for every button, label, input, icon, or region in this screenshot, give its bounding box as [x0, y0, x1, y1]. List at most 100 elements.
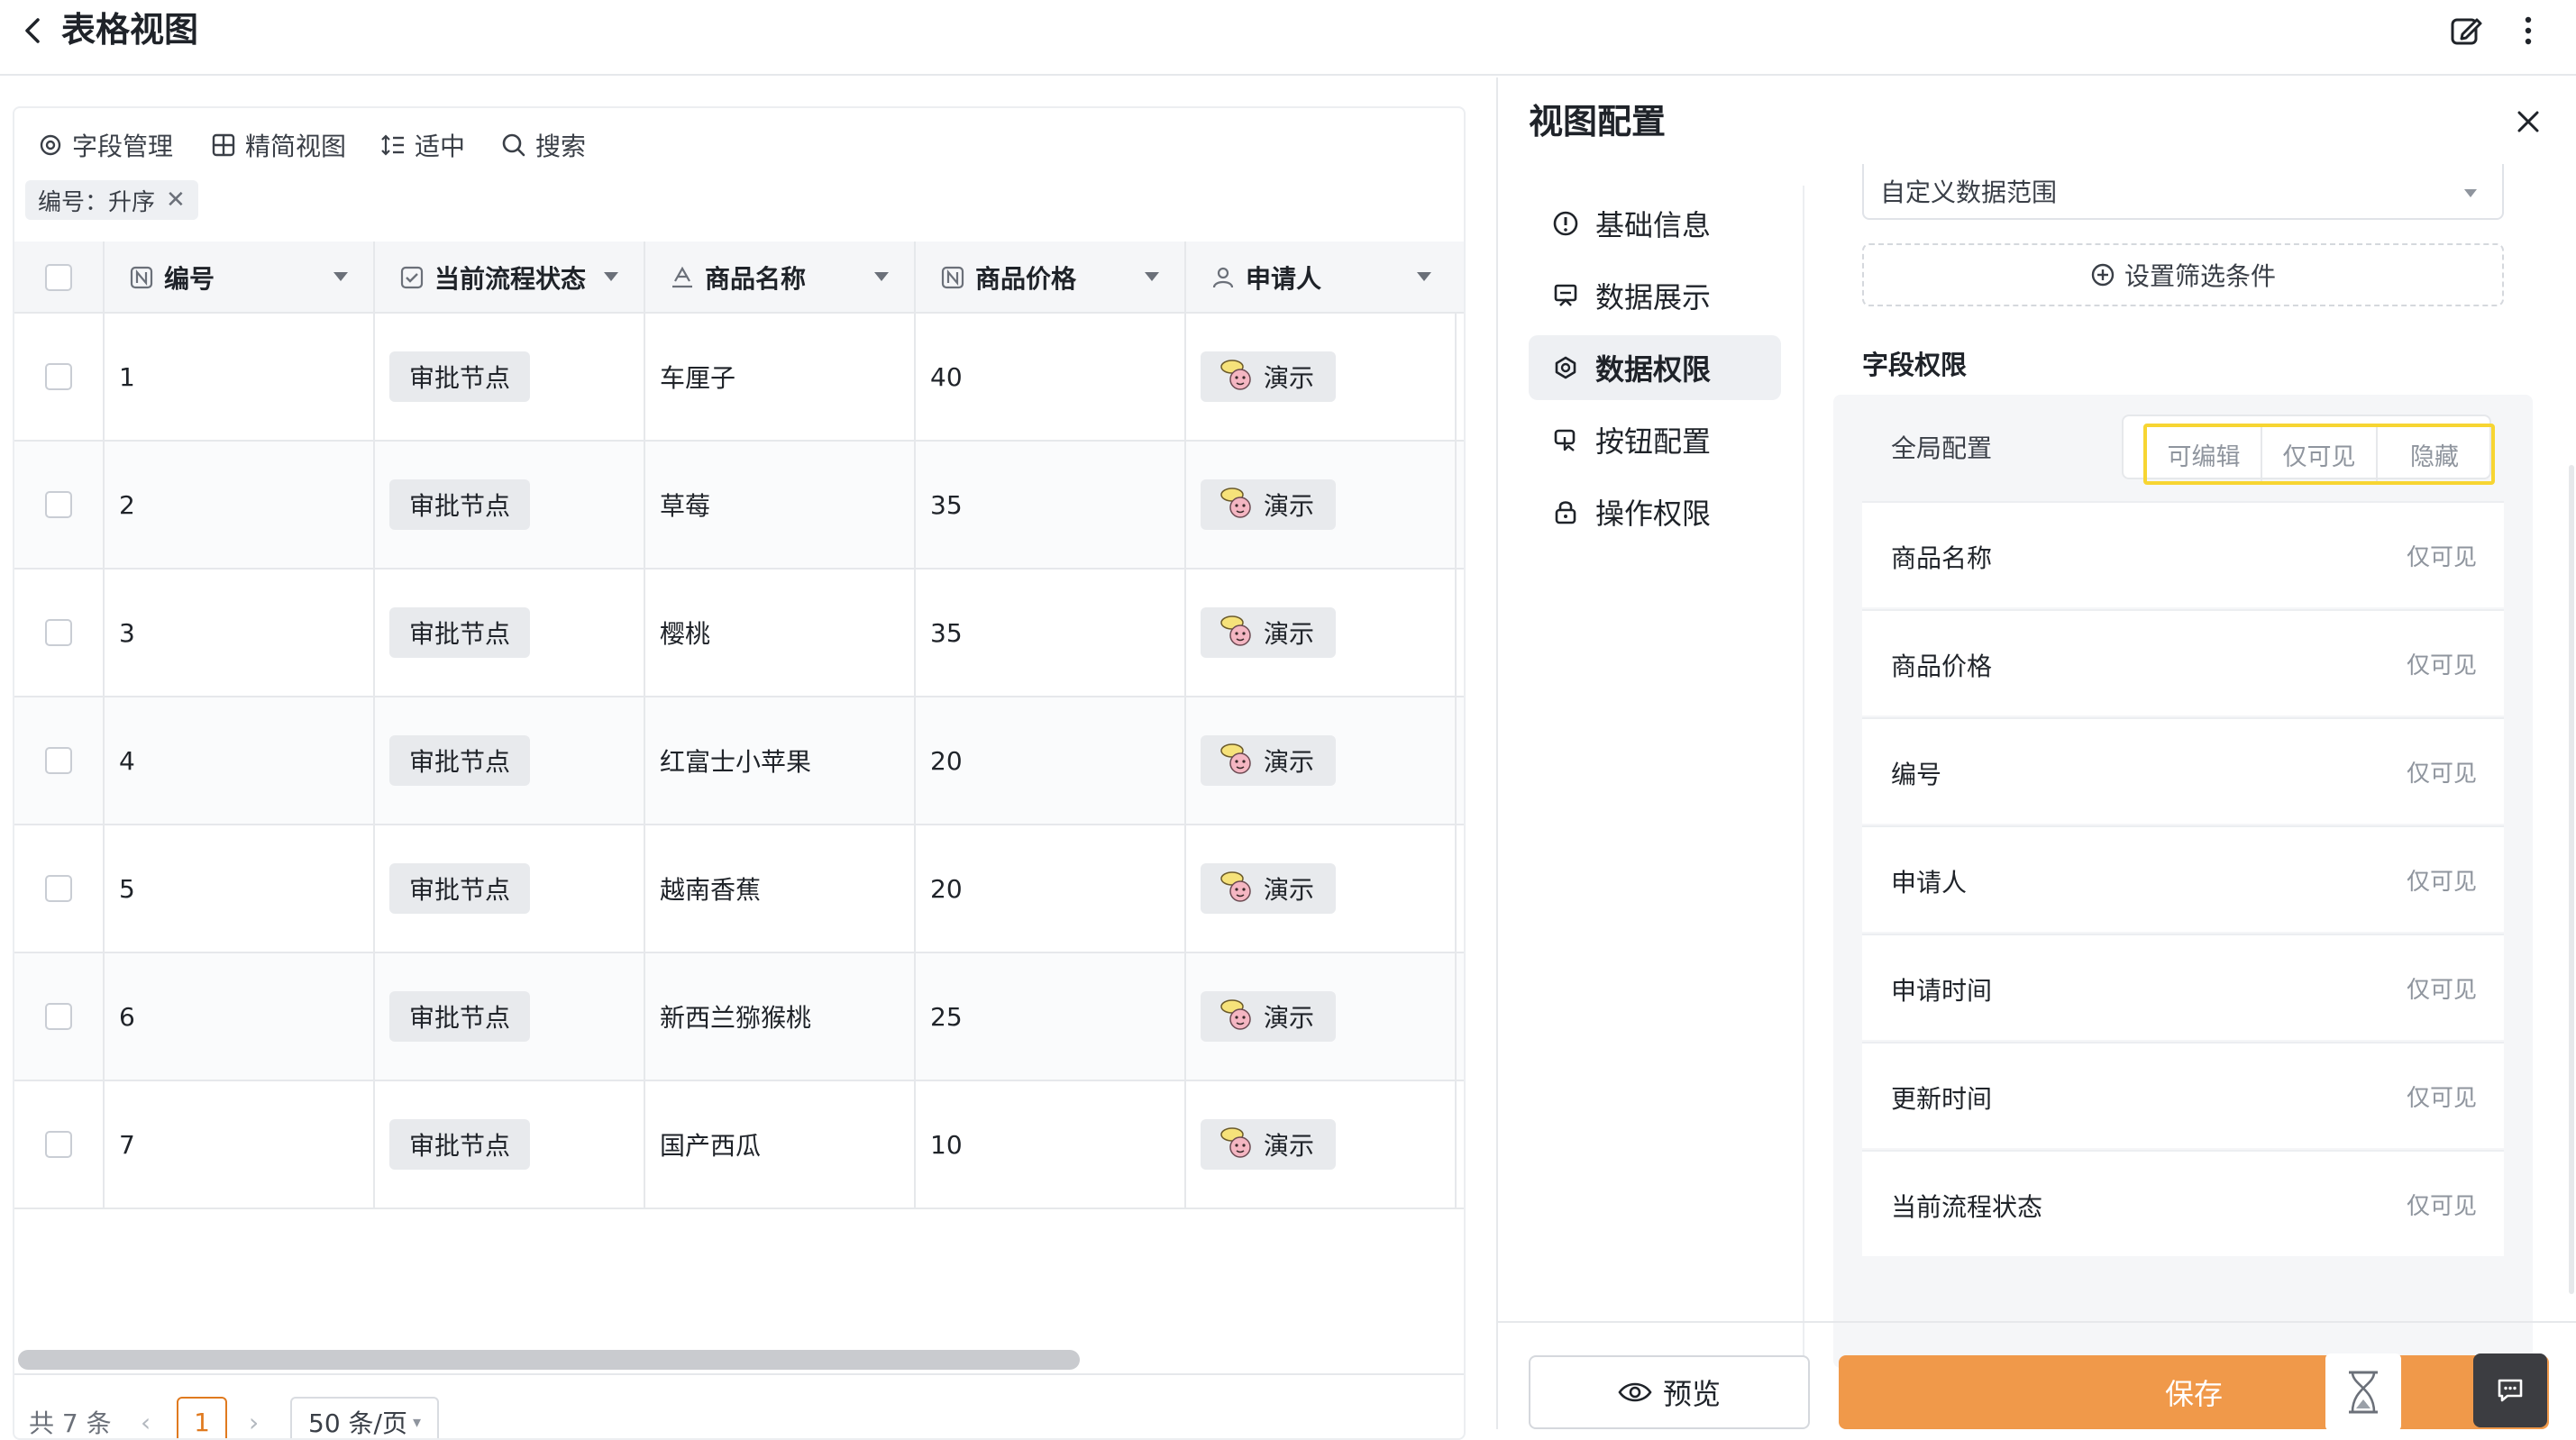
row-checkbox[interactable]: [45, 875, 72, 902]
cell-status[interactable]: 审批节点: [375, 697, 645, 824]
horizontal-scrollbar[interactable]: [18, 1350, 1080, 1370]
field-manage-button[interactable]: 字段管理: [38, 126, 173, 164]
field-permission-value[interactable]: 仅可见: [2407, 863, 2477, 897]
chat-icon[interactable]: [2473, 1353, 2547, 1427]
cell-applicant[interactable]: 演示: [1186, 570, 1457, 696]
cell-status[interactable]: 审批节点: [375, 570, 645, 696]
more-vertical-icon[interactable]: [2515, 13, 2542, 49]
search-button[interactable]: 搜索: [501, 126, 586, 164]
row-checkbox[interactable]: [45, 619, 72, 646]
cell-applicant[interactable]: 演示: [1186, 697, 1457, 824]
cell-name[interactable]: 越南香蕉: [645, 825, 916, 952]
cell-applicant[interactable]: 演示: [1186, 314, 1457, 440]
cell-status[interactable]: 审批节点: [375, 442, 645, 568]
cell-price[interactable]: 10: [916, 1081, 1186, 1208]
field-permission-row[interactable]: 更新时间 仅可见: [1862, 1042, 2504, 1148]
field-permission-value[interactable]: 仅可见: [2407, 971, 2477, 1005]
cell-id[interactable]: 4: [105, 697, 375, 824]
save-button[interactable]: 保存: [1839, 1355, 2549, 1429]
table-row[interactable]: 7 审批节点 国产西瓜 10 演示: [14, 1081, 1464, 1209]
dropdown-caret-icon[interactable]: [1417, 272, 1431, 281]
row-checkbox[interactable]: [45, 1131, 72, 1158]
add-filter-button[interactable]: 设置筛选条件: [1862, 243, 2504, 306]
field-permission-row[interactable]: 当前流程状态 仅可见: [1862, 1150, 2504, 1256]
cell-name[interactable]: 国产西瓜: [645, 1081, 916, 1208]
table-row[interactable]: 3 审批节点 樱桃 35 演示: [14, 570, 1464, 697]
next-page-icon[interactable]: ›: [249, 1397, 259, 1438]
cell-name[interactable]: 樱桃: [645, 570, 916, 696]
cell-status[interactable]: 审批节点: [375, 825, 645, 952]
cell-id[interactable]: 1: [105, 314, 375, 440]
row-checkbox[interactable]: [45, 1003, 72, 1030]
segment-hidden[interactable]: 隐藏: [2378, 427, 2491, 481]
page-button-current[interactable]: 1: [177, 1397, 227, 1438]
cell-id[interactable]: 5: [105, 825, 375, 952]
prev-page-icon[interactable]: ‹: [141, 1397, 151, 1438]
nav-item-button-config[interactable]: 按钮配置: [1529, 407, 1781, 472]
page-size-select[interactable]: 50 条/页 ▾: [290, 1397, 440, 1438]
table-row[interactable]: 6 审批节点 新西兰猕猴桃 25 演示: [14, 953, 1464, 1081]
dropdown-caret-icon[interactable]: [604, 272, 618, 281]
table-row[interactable]: 5 审批节点 越南香蕉 20 演示: [14, 825, 1464, 953]
dropdown-caret-icon[interactable]: [333, 272, 348, 281]
cell-applicant[interactable]: 演示: [1186, 1081, 1457, 1208]
cell-name[interactable]: 草莓: [645, 442, 916, 568]
back-arrow-icon[interactable]: [16, 13, 52, 49]
column-header-price[interactable]: 商品价格: [916, 242, 1186, 314]
cell-status[interactable]: 审批节点: [375, 1081, 645, 1208]
column-header-name[interactable]: 商品名称: [645, 242, 916, 314]
field-permission-row[interactable]: 申请人 仅可见: [1862, 825, 2504, 932]
cell-price[interactable]: 35: [916, 570, 1186, 696]
compact-view-button[interactable]: 精简视图: [211, 126, 346, 164]
field-permission-value[interactable]: 仅可见: [2407, 1188, 2477, 1221]
cell-price[interactable]: 20: [916, 825, 1186, 952]
select-all-checkbox[interactable]: [45, 264, 72, 291]
field-permission-row[interactable]: 商品名称 仅可见: [1862, 501, 2504, 607]
density-button[interactable]: 适中: [380, 126, 465, 164]
cell-status[interactable]: 审批节点: [375, 314, 645, 440]
row-checkbox[interactable]: [45, 491, 72, 518]
cell-name[interactable]: 红富士小苹果: [645, 697, 916, 824]
cell-price[interactable]: 40: [916, 314, 1186, 440]
field-permission-row[interactable]: 编号 仅可见: [1862, 717, 2504, 824]
table-row[interactable]: 2 审批节点 草莓 35 演示: [14, 442, 1464, 570]
table-row[interactable]: 1 审批节点 车厘子 40 演示: [14, 314, 1464, 442]
nav-item-data-display[interactable]: 数据展示: [1529, 263, 1781, 328]
column-header-status[interactable]: 当前流程状态: [375, 242, 645, 314]
column-header-id[interactable]: 编号: [105, 242, 375, 314]
cell-id[interactable]: 2: [105, 442, 375, 568]
sort-tag[interactable]: 编号：升序 ✕: [25, 180, 198, 220]
edit-icon[interactable]: [2448, 13, 2484, 49]
cell-price[interactable]: 35: [916, 442, 1186, 568]
field-permission-value[interactable]: 仅可见: [2407, 755, 2477, 788]
cell-applicant[interactable]: 演示: [1186, 825, 1457, 952]
field-permission-row[interactable]: 商品价格 仅可见: [1862, 609, 2504, 715]
segment-visible-only[interactable]: 仅可见: [2262, 427, 2378, 481]
dropdown-caret-icon[interactable]: [1145, 272, 1159, 281]
cell-price[interactable]: 20: [916, 697, 1186, 824]
cell-price[interactable]: 25: [916, 953, 1186, 1080]
field-permission-value[interactable]: 仅可见: [2407, 647, 2477, 680]
cell-id[interactable]: 7: [105, 1081, 375, 1208]
cell-name[interactable]: 车厘子: [645, 314, 916, 440]
cell-status[interactable]: 审批节点: [375, 953, 645, 1080]
nav-item-basic-info[interactable]: 基础信息: [1529, 191, 1781, 256]
close-icon[interactable]: [2513, 106, 2544, 137]
vertical-scrollbar[interactable]: [2569, 465, 2574, 1294]
dropdown-caret-icon[interactable]: [874, 272, 889, 281]
row-checkbox[interactable]: [45, 747, 72, 774]
cell-id[interactable]: 3: [105, 570, 375, 696]
cell-name[interactable]: 新西兰猕猴桃: [645, 953, 916, 1080]
cell-applicant[interactable]: 演示: [1186, 953, 1457, 1080]
cell-applicant[interactable]: 演示: [1186, 442, 1457, 568]
segment-editable[interactable]: 可编辑: [2147, 427, 2262, 481]
close-icon[interactable]: ✕: [166, 187, 186, 214]
row-checkbox[interactable]: [45, 363, 72, 390]
data-range-select[interactable]: 自定义数据范围: [1862, 164, 2504, 220]
cell-id[interactable]: 6: [105, 953, 375, 1080]
column-header-applicant[interactable]: 申请人: [1186, 242, 1464, 314]
field-permission-value[interactable]: 仅可见: [2407, 539, 2477, 572]
preview-button[interactable]: 预览: [1529, 1355, 1810, 1429]
nav-item-data-permission[interactable]: 数据权限: [1529, 335, 1781, 400]
field-permission-row[interactable]: 申请时间 仅可见: [1862, 934, 2504, 1040]
